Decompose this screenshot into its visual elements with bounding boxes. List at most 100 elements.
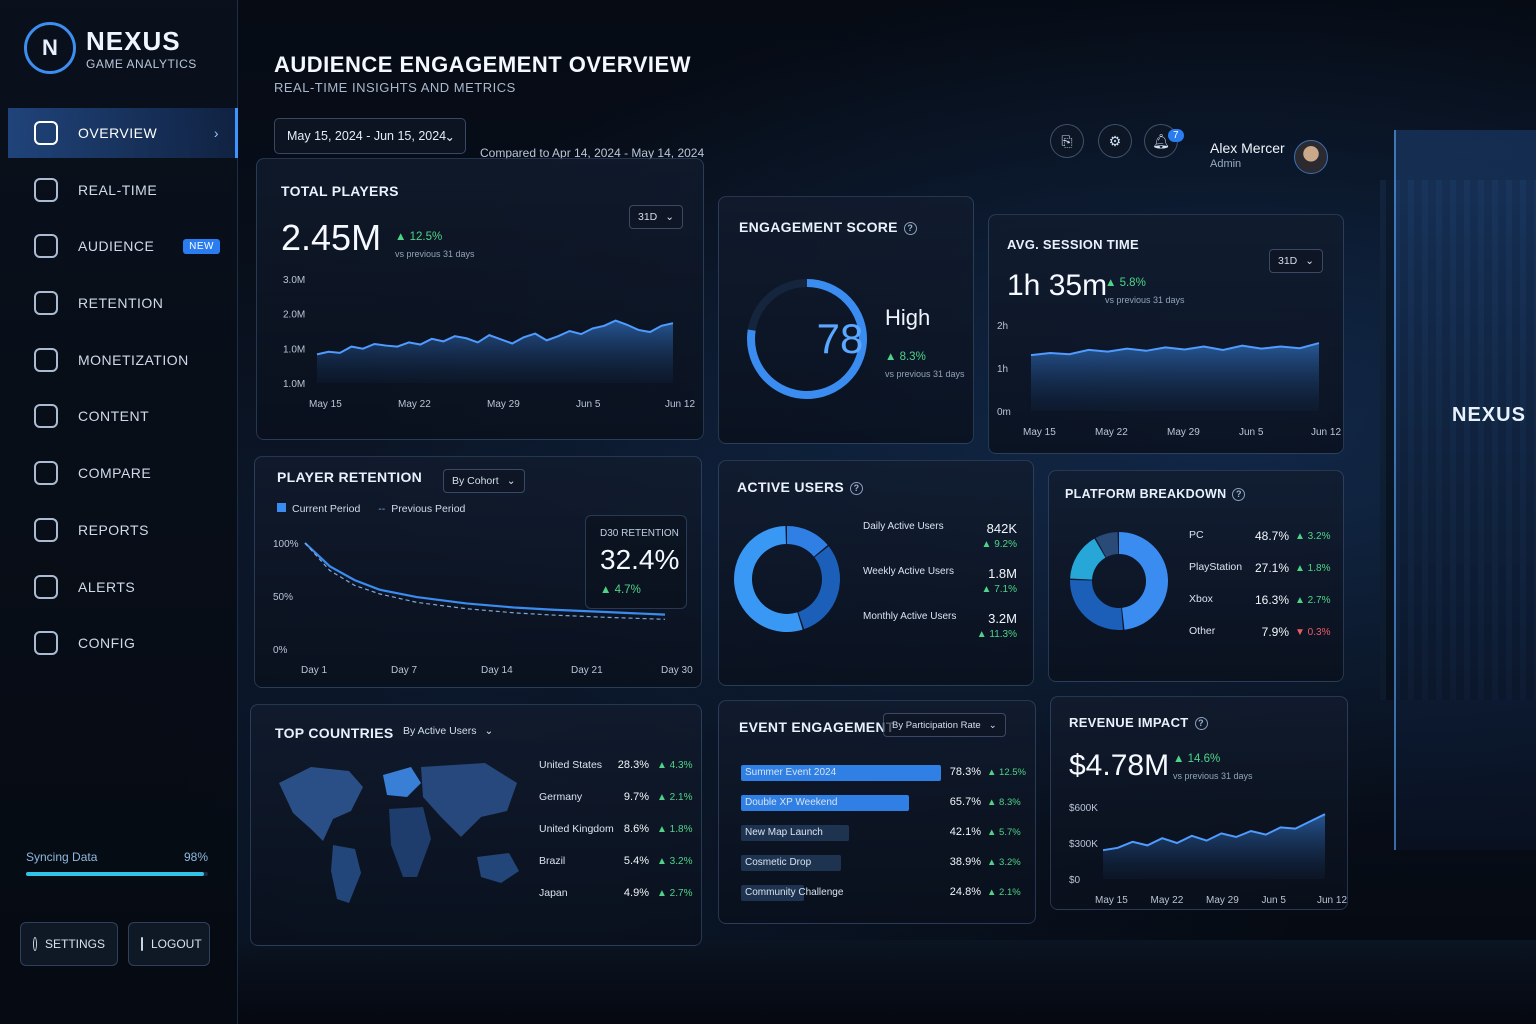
x-tick-label: May 15	[1095, 895, 1128, 906]
active-users-value: 1.8M	[988, 566, 1017, 581]
alerts-icon	[34, 574, 58, 599]
date-range-value: May 15, 2024 - Jun 15, 2024	[287, 129, 447, 143]
country-delta: ▲ 3.2%	[657, 856, 693, 867]
sync-progress-track	[26, 872, 208, 876]
y-tick-label: 1.0M	[283, 344, 305, 355]
page-title: AUDIENCE ENGAGEMENT OVERVIEW	[274, 52, 691, 77]
chevron-down-icon: ⌄	[988, 719, 997, 731]
events-filter-dropdown[interactable]: By Participation Rate ⌄	[883, 713, 1006, 737]
countries-filter-dropdown[interactable]: By Active Users ⌄	[395, 719, 501, 743]
event-label: Cosmetic Drop	[745, 857, 812, 868]
country-delta: ▲ 2.7%	[657, 888, 693, 899]
card-title: TOP COUNTRIES	[275, 725, 394, 741]
settings-gear-button[interactable]: ⚙	[1098, 124, 1132, 158]
platform-label: PlayStation	[1189, 561, 1243, 573]
y-tick-label: 1.0M	[283, 379, 305, 390]
active-users-delta: ▲ 7.1%	[981, 584, 1017, 595]
y-tick-label: $600K	[1069, 803, 1098, 814]
sidebar-item-label: CONFIG	[78, 635, 136, 652]
platform-label: Xbox	[1189, 593, 1213, 605]
sidebar-item-label: OVERVIEW	[78, 125, 158, 141]
event-delta: ▲ 3.2%	[987, 857, 1021, 868]
area-fill	[1103, 814, 1325, 879]
event-delta: ▲ 8.3%	[987, 797, 1021, 808]
platform-label: Other	[1189, 625, 1216, 637]
sidebar-item-compare[interactable]: COMPARE	[8, 448, 238, 498]
country-share: 9.7%	[623, 791, 649, 803]
sidebar-item-monetization[interactable]: MONETIZATION	[8, 335, 238, 385]
sidebar: N NEXUS GAME ANALYTICS OVERVIEW › REAL-TIM…	[0, 0, 238, 1024]
event-label: Summer Event 2024	[745, 767, 837, 778]
event-label: New Map Launch	[745, 827, 823, 838]
event-value: 65.7%	[949, 796, 981, 808]
sidebar-item-label: AUDIENCE	[78, 238, 155, 255]
page-subtitle: REAL-TIME INSIGHTS AND METRICS	[274, 80, 516, 95]
y-tick-label: $0	[1069, 875, 1081, 886]
platform-delta: ▲ 2.7%	[1295, 595, 1331, 606]
event-label: Community Challenge	[745, 887, 844, 898]
platform-delta: ▼ 0.3%	[1295, 627, 1331, 638]
donut-slice	[1118, 532, 1168, 630]
user-name[interactable]: Alex Mercer	[1210, 140, 1285, 156]
x-tick-label: Day 21	[571, 665, 603, 676]
platform-value: 7.9%	[1261, 625, 1289, 639]
chevron-right-icon: ›	[213, 125, 219, 141]
chevron-down-icon: ⌄	[444, 129, 455, 144]
country-name: Brazil	[539, 855, 566, 867]
card-title: EVENT ENGAGEMENT	[739, 719, 895, 735]
x-tick-label: May 29	[1167, 427, 1200, 438]
map-south-america	[331, 845, 361, 903]
x-tick-label: Jun 12	[1311, 427, 1341, 438]
country-name: Japan	[539, 887, 568, 899]
sidebar-item-alerts[interactable]: ALERTS	[8, 562, 238, 612]
map-oceania	[477, 853, 519, 883]
sidebar-item-audience[interactable]: AUDIENCE NEW	[8, 221, 238, 271]
sidebar-item-overview[interactable]: OVERVIEW ›	[8, 108, 238, 158]
logout-button[interactable]: LOGOUT	[128, 922, 210, 966]
donut-slice	[734, 526, 803, 632]
sync-label: Syncing Data	[26, 850, 98, 864]
x-tick-label: May 29	[1206, 895, 1239, 906]
date-range-picker[interactable]: May 15, 2024 - Jun 15, 2024 ⌄	[274, 118, 466, 154]
sidebar-item-config[interactable]: CONFIG	[8, 618, 238, 668]
sidebar-item-real-time[interactable]: REAL-TIME	[8, 165, 238, 215]
area-fill	[317, 320, 673, 383]
country-name: Germany	[539, 791, 583, 803]
promo-text: NEXUS	[1452, 404, 1526, 426]
sidebar-item-retention[interactable]: RETENTION	[8, 278, 238, 328]
x-tick-label: Jun 5	[1262, 895, 1287, 906]
sidebar-item-label: REAL-TIME	[78, 181, 158, 198]
platform-value: 27.1%	[1254, 561, 1289, 575]
x-tick-label: Jun 5	[576, 399, 601, 410]
platform-breakdown-card: PLATFORM BREAKDOWN? PC 48.7% ▲ 3.2% PlaySta…	[1048, 470, 1344, 682]
brand-subtitle: GAME ANALYTICS	[86, 56, 197, 71]
x-tick-label: May 29	[487, 399, 520, 410]
sidebar-item-label: CONTENT	[78, 408, 150, 425]
settings-button[interactable]: SETTINGS	[20, 922, 118, 966]
map-north-america	[279, 767, 363, 841]
map-asia	[421, 763, 517, 837]
country-share: 5.4%	[623, 855, 649, 867]
delta-caption: vs previous 31 days	[885, 369, 965, 379]
y-tick-label: 100%	[273, 539, 299, 550]
country-share: 28.3%	[617, 759, 649, 771]
avatar[interactable]	[1294, 140, 1328, 174]
export-icon: ⎘	[1061, 132, 1073, 149]
event-delta: ▲ 5.7%	[987, 827, 1021, 838]
y-tick-label: 1h	[997, 364, 1008, 375]
sidebar-item-content[interactable]: CONTENT	[8, 391, 238, 441]
active-users-card: ACTIVE USERS? Daily Active Users 842K ▲ 9.…	[718, 460, 1034, 686]
y-tick-label: $300K	[1069, 839, 1098, 850]
platform-value: 48.7%	[1254, 529, 1289, 543]
event-value: 24.8%	[949, 886, 981, 898]
sidebar-item-reports[interactable]: REPORTS	[8, 505, 238, 555]
x-tick-label: Jun 12	[1317, 895, 1347, 906]
current-period-line	[304, 542, 666, 616]
x-tick-label: May 22	[1151, 895, 1184, 906]
export-button[interactable]: ⎘	[1050, 124, 1084, 158]
engagement-score-value: 78	[816, 315, 864, 362]
brand-logo[interactable]: N NEXUS GAME ANALYTICS	[24, 22, 197, 74]
active-users-label: Weekly Active Users	[863, 566, 954, 577]
chevron-down-icon: ⌄	[484, 725, 494, 737]
country-name: United States	[539, 759, 603, 771]
